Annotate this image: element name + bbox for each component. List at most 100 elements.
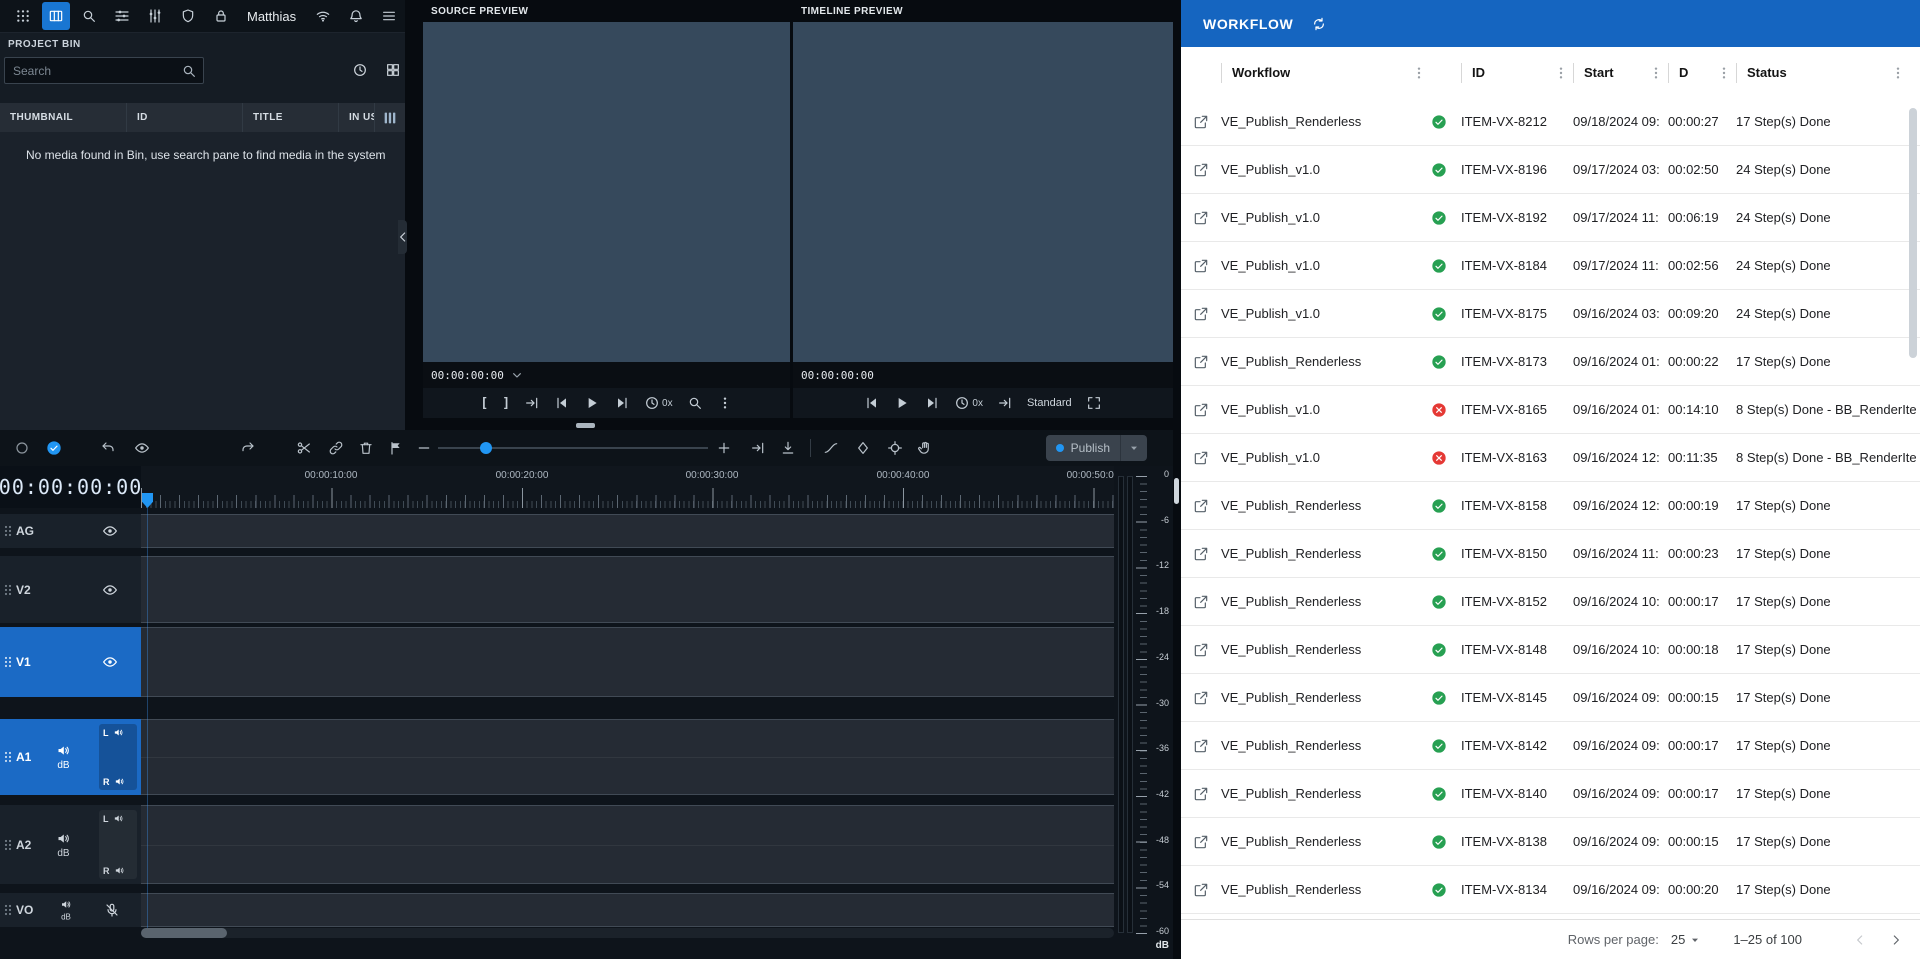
mark-out-button[interactable]: ] [502,396,510,411]
track-lane-v2[interactable] [141,556,1114,623]
track-visibility-icon[interactable] [102,523,118,539]
track-header-ag[interactable]: AG [0,514,141,548]
redo-icon[interactable] [240,440,256,456]
match-frame-icon[interactable] [524,395,540,411]
prev-frame-icon[interactable] [554,395,570,411]
db-label[interactable]: dB [57,760,69,771]
workflow-row[interactable]: VE_Publish_Renderless ITEM-VX-8173 09/16… [1181,338,1920,386]
pan-hand-icon[interactable] [917,440,933,456]
drag-handle-icon[interactable] [0,902,16,918]
playback-speed[interactable]: 0x [954,395,983,411]
column-menu-icon[interactable] [1553,65,1569,81]
rows-per-page-select[interactable]: 25 [1671,932,1703,948]
track-header-v2[interactable]: V2 [0,556,141,623]
workflow-row[interactable]: VE_Publish_Renderless ITEM-VX-8212 09/18… [1181,98,1920,146]
open-workflow-icon[interactable] [1193,354,1209,370]
column-menu-icon[interactable] [1411,65,1427,81]
prev-frame-icon[interactable] [864,395,880,411]
track-lane-vo[interactable] [141,893,1114,927]
track-lane-v1[interactable] [141,627,1114,697]
drag-handle-icon[interactable] [0,523,16,539]
play-icon[interactable] [894,395,910,411]
marker-icon[interactable] [388,440,404,456]
transition-curve-icon[interactable] [823,440,839,456]
open-workflow-icon[interactable] [1193,498,1209,514]
overwrite-icon[interactable] [780,440,796,456]
workflow-row[interactable]: VE_Publish_v1.0 ITEM-VX-8163 09/16/2024 … [1181,434,1920,482]
bin-search[interactable] [4,57,204,84]
prev-page-icon[interactable] [1852,932,1868,948]
workflow-row[interactable]: VE_Publish_Renderless ITEM-VX-8152 09/16… [1181,578,1920,626]
column-header-duration[interactable]: D [1679,65,1688,80]
speaker-icon[interactable] [113,727,124,738]
open-workflow-icon[interactable] [1193,834,1209,850]
publish-dropdown-icon[interactable] [1126,440,1142,456]
workflow-row[interactable]: VE_Publish_v1.0 ITEM-VX-8175 09/16/2024 … [1181,290,1920,338]
undo-icon[interactable] [100,440,116,456]
link-icon[interactable] [328,440,344,456]
mic-muted-icon[interactable] [104,902,120,918]
speaker-icon[interactable] [113,813,124,824]
editor-layout-button[interactable] [42,2,70,30]
workflow-row[interactable]: VE_Publish_Renderless ITEM-VX-8140 09/16… [1181,770,1920,818]
workflow-row[interactable]: VE_Publish_v1.0 ITEM-VX-8165 09/16/2024 … [1181,386,1920,434]
track-lane-a1[interactable] [141,719,1114,795]
workflow-row[interactable]: VE_Publish_Renderless ITEM-VX-8158 09/16… [1181,482,1920,530]
mark-in-button[interactable]: [ [480,396,488,411]
column-menu-icon[interactable] [1890,65,1906,81]
speaker-icon[interactable] [114,865,125,876]
open-workflow-icon[interactable] [1193,738,1209,754]
bin-search-input[interactable] [5,64,181,78]
drag-handle-icon[interactable] [0,654,16,670]
db-label[interactable]: dB [57,848,69,859]
column-settings-icon[interactable] [382,110,398,126]
track-header-v1[interactable]: V1 [0,627,141,697]
chevron-down-icon[interactable] [509,367,525,383]
lock-button[interactable] [207,2,235,30]
speaker-icon[interactable] [56,831,71,846]
column-header-title[interactable]: TITLE [243,103,339,132]
drag-handle-icon[interactable] [0,582,16,598]
search-icon[interactable] [181,63,197,79]
workflow-row[interactable]: VE_Publish_Renderless ITEM-VX-8145 09/16… [1181,674,1920,722]
drag-handle-icon[interactable] [0,837,16,853]
workflow-scrollbar-thumb[interactable] [1909,108,1917,358]
column-header-id[interactable]: ID [127,103,243,132]
column-header-status[interactable]: Status [1747,65,1787,80]
workflow-row[interactable]: VE_Publish_v1.0 ITEM-VX-8192 09/17/2024 … [1181,194,1920,242]
record-icon[interactable] [14,440,30,456]
track-lane-ag[interactable] [141,514,1114,548]
column-header-start[interactable]: Start [1584,65,1614,80]
preview-resize-handle[interactable] [576,423,595,428]
next-frame-icon[interactable] [614,395,630,411]
grid-view-icon[interactable] [385,62,401,78]
user-name[interactable]: Matthias [247,9,296,24]
track-visibility-icon[interactable] [102,582,118,598]
track-visibility-icon[interactable] [102,654,118,670]
workflow-row[interactable]: VE_Publish_Renderless ITEM-VX-8148 09/16… [1181,626,1920,674]
speaker-icon[interactable] [60,899,72,911]
playback-speed[interactable]: 0x [644,395,673,411]
open-workflow-icon[interactable] [1193,450,1209,466]
cut-icon[interactable] [296,440,312,456]
play-icon[interactable] [584,395,600,411]
saved-check-icon[interactable] [46,440,62,456]
workflow-row[interactable]: VE_Publish_v1.0 ITEM-VX-8184 09/17/2024 … [1181,242,1920,290]
open-workflow-icon[interactable] [1193,306,1209,322]
zoom-out-icon[interactable] [416,440,432,456]
match-frame-icon[interactable] [997,395,1013,411]
workflow-row[interactable]: VE_Publish_Renderless ITEM-VX-8150 09/16… [1181,530,1920,578]
open-workflow-icon[interactable] [1193,690,1209,706]
network-status-button[interactable] [309,2,337,30]
position-icon[interactable] [887,440,903,456]
track-header-vo[interactable]: VO dB [0,893,141,927]
fullscreen-icon[interactable] [1086,395,1102,411]
publish-button[interactable]: Publish [1046,435,1147,461]
column-header-workflow[interactable]: Workflow [1232,65,1290,80]
open-workflow-icon[interactable] [1193,642,1209,658]
source-video-area[interactable] [423,22,790,362]
source-timecode[interactable]: 00:00:00:00 [423,362,790,388]
zoom-icon[interactable] [687,395,703,411]
open-workflow-icon[interactable] [1193,786,1209,802]
refresh-icon[interactable] [1311,16,1327,32]
